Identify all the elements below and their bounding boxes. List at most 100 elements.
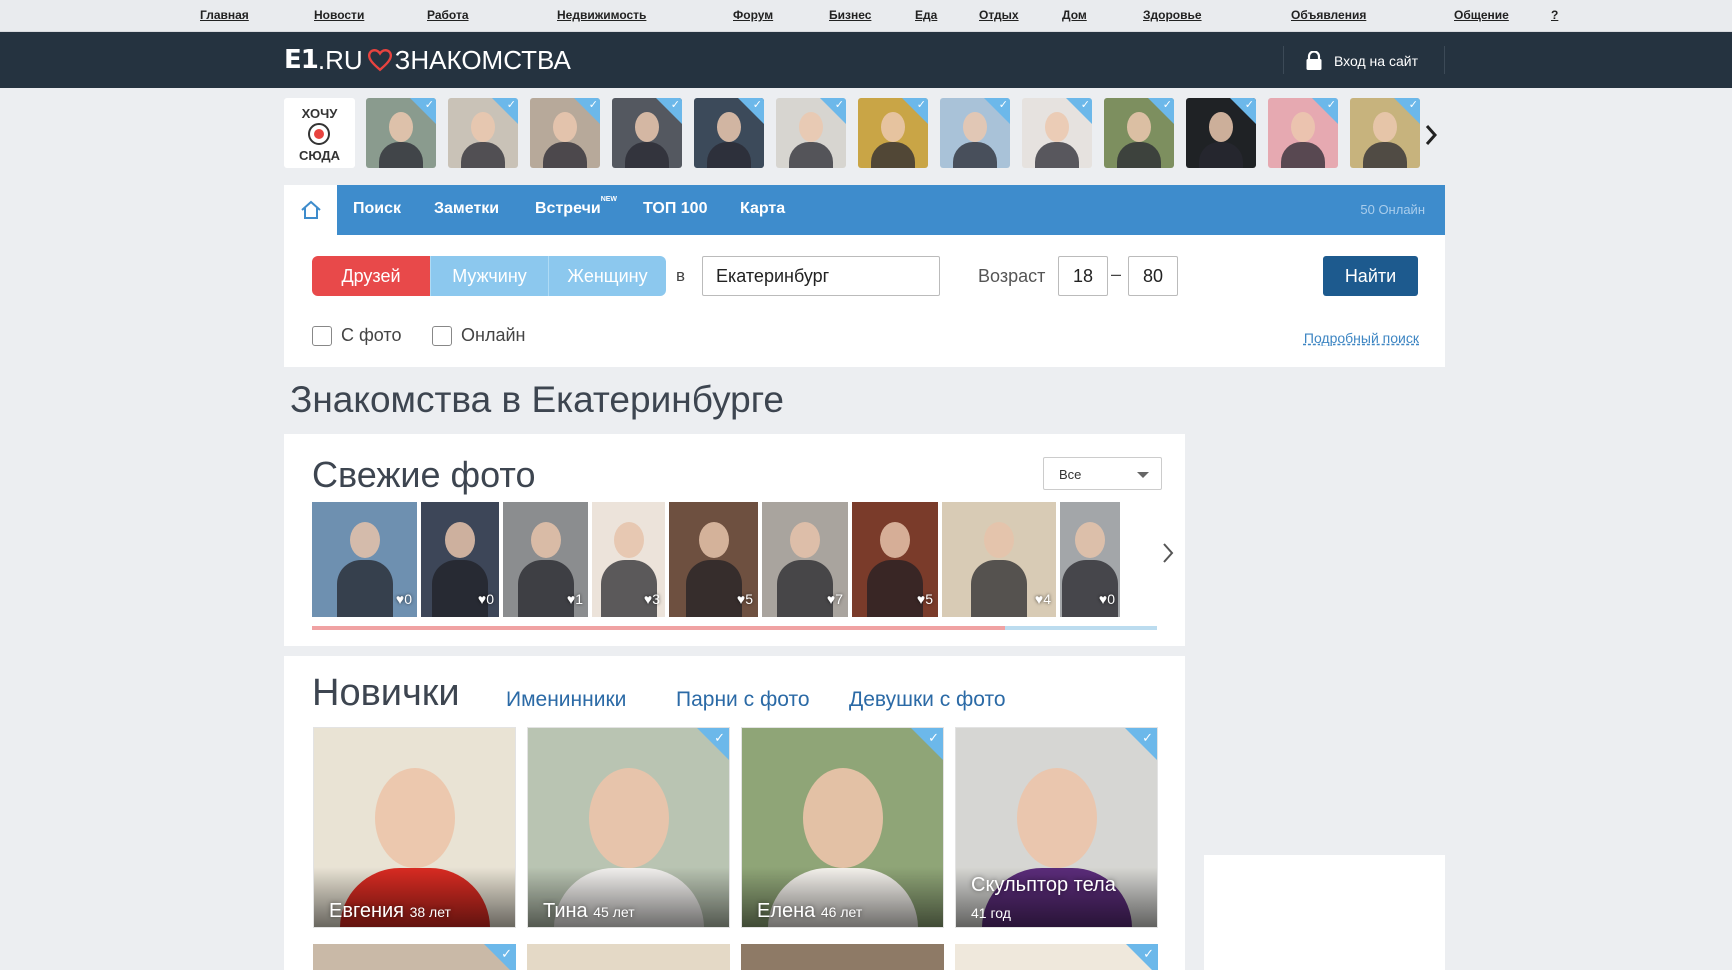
profile-card[interactable]: ✓ (955, 944, 1158, 970)
body-shape (1117, 142, 1161, 168)
fresh-photo[interactable]: ♥5 (852, 502, 938, 617)
profile-thumb[interactable]: ✓ (448, 98, 518, 168)
likes-value: 3 (652, 591, 660, 607)
tab-home[interactable] (284, 185, 337, 235)
likes-count: ♥4 (1034, 591, 1051, 607)
city-input[interactable] (702, 256, 940, 296)
option-man[interactable]: Мужчину (430, 256, 548, 296)
fresh-photos-title: Свежие фото (312, 454, 536, 495)
tab-meetings[interactable]: ВстречиNEW (535, 196, 617, 218)
portal-nav-link[interactable]: Объявления (1291, 8, 1366, 22)
profile-card[interactable]: ✓ Тина 45 лет (527, 727, 730, 928)
profile-thumb[interactable]: ✓ (1186, 98, 1256, 168)
profile-card[interactable]: Евгения 38 лет (313, 727, 516, 928)
site-logo[interactable]: E1 .RU ЗНАКОМСТВА (284, 44, 571, 76)
tab-guys-with-photo[interactable]: Парни с фото (676, 688, 810, 712)
profile-thumb[interactable]: ✓ (530, 98, 600, 168)
likes-count: ♥1 (566, 591, 583, 607)
profile-card[interactable]: ✓ (313, 944, 516, 970)
age-label: Возраст (978, 266, 1046, 286)
profile-thumb[interactable]: ✓ (694, 98, 764, 168)
portal-nav-link[interactable]: Отдых (979, 8, 1019, 22)
fresh-photo[interactable]: ♥5 (669, 502, 758, 617)
profile-thumb[interactable]: ✓ (366, 98, 436, 168)
with-photo-checkbox[interactable]: С фото (312, 325, 401, 346)
portal-nav-link[interactable]: ? (1551, 8, 1558, 22)
profile-thumb[interactable]: ✓ (940, 98, 1010, 168)
fresh-photo[interactable]: ♥1 (503, 502, 588, 617)
tab-birthdays[interactable]: Именинники (506, 688, 626, 712)
fresh-next-arrow[interactable] (1159, 538, 1177, 568)
option-friends[interactable]: Друзей (312, 256, 430, 296)
newbies-card: Новички Именинники Парни с фото Девушки … (284, 656, 1185, 970)
age-dash: – (1111, 264, 1122, 284)
fresh-photo[interactable]: ♥0 (1060, 502, 1120, 617)
online-checkbox[interactable]: Онлайн (432, 325, 525, 346)
logo-ru: .RU (317, 44, 363, 75)
want-here-line2: СЮДА (298, 148, 341, 163)
body-shape (379, 142, 423, 168)
likes-count: ♥0 (477, 591, 494, 607)
portal-nav-link[interactable]: Работа (427, 8, 469, 22)
likes-count: ♥5 (736, 591, 753, 607)
profile-card[interactable]: ✓ Скульптор тела 41 год (955, 727, 1158, 928)
portal-nav-link[interactable]: Форум (733, 8, 773, 22)
fresh-photo[interactable]: ♥7 (762, 502, 848, 617)
fresh-photo[interactable]: ♥0 (421, 502, 499, 617)
main-tabs: Поиск Заметки ВстречиNEW ТОП 100 Карта 5… (284, 185, 1445, 235)
likes-value: 4 (1043, 591, 1051, 607)
photo-filter-value: Все (1059, 467, 1082, 482)
age-to-input[interactable] (1128, 256, 1178, 296)
age-from-input[interactable] (1058, 256, 1108, 296)
photo-filter-select[interactable]: Все (1043, 457, 1162, 490)
profile-thumb[interactable]: ✓ (1350, 98, 1420, 168)
portal-nav-link[interactable]: Общение (1454, 8, 1509, 22)
online-label: Онлайн (461, 325, 526, 345)
option-woman[interactable]: Женщину (548, 256, 666, 296)
portal-nav-link[interactable]: Бизнес (829, 8, 871, 22)
profile-card[interactable] (527, 944, 730, 970)
body-shape (600, 560, 657, 617)
check-icon: ✓ (501, 946, 512, 961)
body-shape (432, 560, 488, 617)
checkbox-box (312, 325, 332, 346)
portal-nav-link[interactable]: Здоровье (1143, 8, 1202, 22)
portal-nav-link[interactable]: Главная (200, 8, 249, 22)
tab-search[interactable]: Поиск (353, 200, 401, 218)
face-shape (1075, 522, 1105, 558)
profile-card[interactable]: ✓ Елена 46 лет (741, 727, 944, 928)
profile-thumb[interactable]: ✓ (1104, 98, 1174, 168)
tab-notes[interactable]: Заметки (434, 200, 499, 218)
fresh-photo[interactable]: ♥4 (942, 502, 1056, 617)
advanced-search-link[interactable]: Подробный поиск (1304, 330, 1419, 346)
profile-thumb[interactable]: ✓ (1268, 98, 1338, 168)
tab-girls-with-photo[interactable]: Девушки с фото (849, 688, 1006, 712)
portal-nav-link[interactable]: Еда (915, 8, 937, 22)
strip-next-arrow[interactable] (1419, 118, 1443, 152)
likes-count: ♥5 (916, 591, 933, 607)
gender-selector: Друзей Мужчину Женщину (312, 256, 666, 296)
want-here-button[interactable]: ХОЧУ СЮДА (284, 98, 355, 168)
login-button[interactable]: Вход на сайт (1306, 48, 1418, 74)
body-shape (971, 560, 1027, 617)
portal-nav-link[interactable]: Дом (1062, 8, 1087, 22)
portal-nav-link[interactable]: Новости (314, 8, 364, 22)
fresh-scroll-bar[interactable] (312, 626, 1157, 630)
portal-nav-link[interactable]: Недвижимость (557, 8, 646, 22)
fresh-photo[interactable]: ♥0 (312, 502, 417, 617)
profile-name: Скульптор тела (971, 874, 1116, 896)
tab-top100[interactable]: ТОП 100 (643, 200, 707, 218)
tab-map[interactable]: Карта (740, 200, 785, 218)
face-shape (613, 522, 644, 558)
checkbox-box (432, 325, 452, 346)
find-button[interactable]: Найти (1323, 256, 1418, 296)
face-shape (802, 768, 883, 868)
fresh-photo[interactable]: ♥3 (592, 502, 665, 617)
body-shape (789, 142, 833, 168)
profile-thumb[interactable]: ✓ (612, 98, 682, 168)
profile-thumb[interactable]: ✓ (776, 98, 846, 168)
profile-thumb[interactable]: ✓ (1022, 98, 1092, 168)
profile-card[interactable] (741, 944, 944, 970)
profile-thumb[interactable]: ✓ (858, 98, 928, 168)
face-shape (790, 522, 820, 558)
